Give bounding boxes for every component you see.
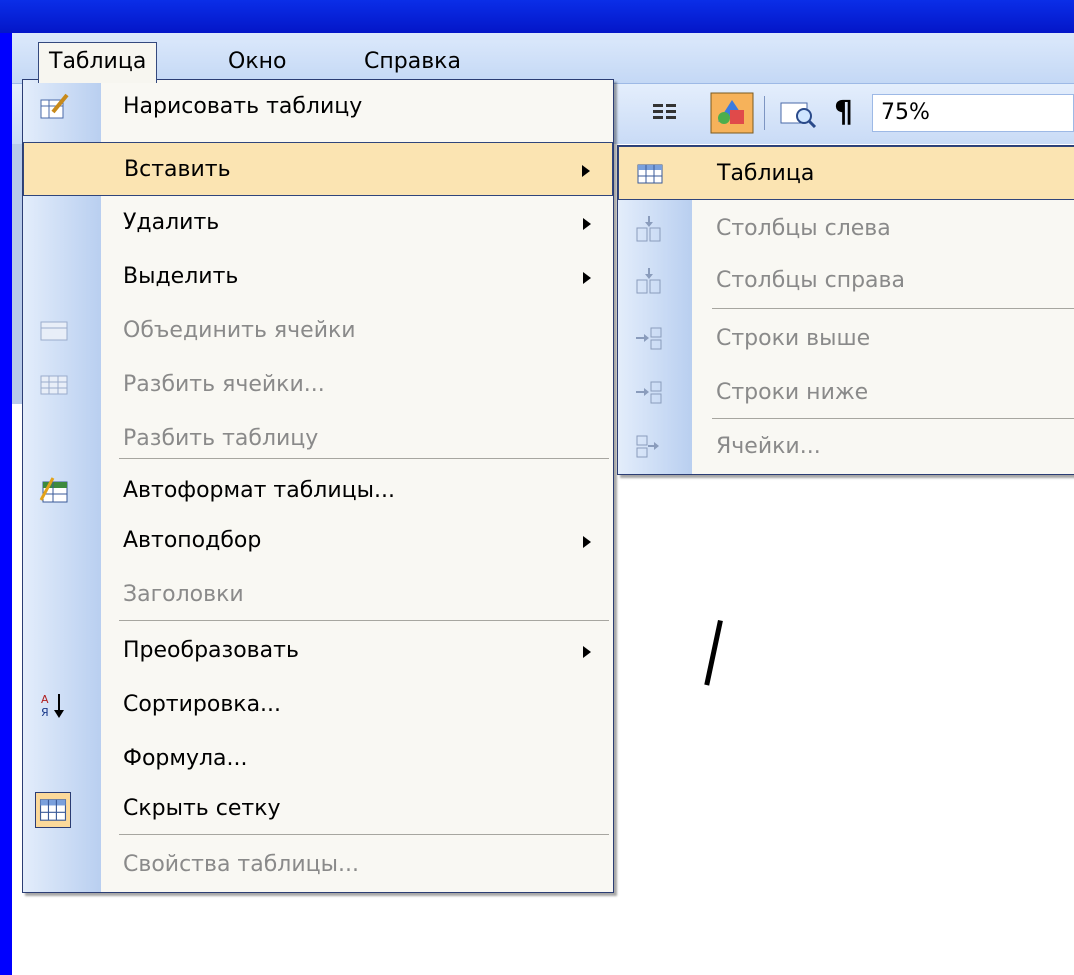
menu-separator <box>119 620 609 621</box>
submenu-item-label: Столбцы справа <box>716 268 905 293</box>
zoom-box[interactable]: 75% <box>872 94 1074 132</box>
menu-item-label: Заголовки <box>123 582 244 607</box>
submenu-arrow-icon <box>583 646 591 658</box>
submenu-separator <box>712 418 1074 419</box>
gridlines-icon <box>35 792 71 828</box>
menu-item-label: Формула... <box>123 746 248 771</box>
menu-item-insert[interactable]: Вставить <box>23 142 613 196</box>
submenu-item-columns-left[interactable]: Столбцы слева <box>618 202 1074 256</box>
submenu-item-columns-right[interactable]: Столбцы справа <box>618 254 1074 308</box>
menu-item-label: Скрыть сетку <box>123 796 281 821</box>
menu-item-formula[interactable]: Формула... <box>23 732 613 786</box>
submenu-arrow-icon <box>583 218 591 230</box>
submenu-item-label: Столбцы слева <box>716 216 891 241</box>
submenu-arrow-icon <box>583 272 591 284</box>
menu-item-select[interactable]: Выделить <box>23 250 613 304</box>
merge-cells-icon <box>40 321 68 341</box>
menu-item-label: Удалить <box>123 210 220 235</box>
menu-help[interactable]: Справка <box>354 43 471 81</box>
menu-separator <box>119 834 609 835</box>
menu-item-label: Разбить ячейки... <box>123 372 325 397</box>
table-menu: Нарисовать таблицу Вставить Удалить Выде… <box>22 79 614 893</box>
menu-item-label: Объединить ячейки <box>123 318 356 343</box>
draw-table-icon <box>40 93 69 119</box>
rows-below-icon <box>636 381 662 404</box>
menu-item-delete[interactable]: Удалить <box>23 196 613 250</box>
menu-separator <box>119 458 609 459</box>
document-map-icon[interactable] <box>778 98 818 128</box>
menu-item-sort[interactable]: А Я Сортировка... <box>23 678 613 732</box>
menu-item-label: Вставить <box>124 157 231 182</box>
menu-table[interactable]: Таблица <box>38 42 158 83</box>
submenu-item-rows-below[interactable]: Строки ниже <box>618 366 1074 420</box>
submenu-separator <box>712 308 1074 309</box>
menu-item-label: Выделить <box>123 264 239 289</box>
rows-above-icon <box>636 327 662 350</box>
columns-left-icon <box>636 216 661 242</box>
menu-item-headings[interactable]: Заголовки <box>23 568 613 622</box>
menu-item-table-properties[interactable]: Свойства таблицы... <box>23 838 613 892</box>
insert-table-icon <box>637 164 663 184</box>
menu-item-label: Сортировка... <box>123 692 282 717</box>
submenu-item-label: Ячейки... <box>716 434 821 459</box>
menu-item-merge-cells[interactable]: Объединить ячейки <box>23 304 613 358</box>
menu-item-draw-table[interactable]: Нарисовать таблицу <box>23 80 613 134</box>
submenu-item-label: Таблица <box>717 161 815 186</box>
drawing-icon[interactable] <box>710 92 754 134</box>
sort-icon: А Я <box>41 693 64 719</box>
insert-submenu: Таблица Столбцы слева Столбцы справа Стр… <box>617 145 1074 475</box>
menu-help-label: Справка <box>364 49 461 74</box>
menu-window-label: Окно <box>228 49 287 74</box>
menu-item-label: Нарисовать таблицу <box>123 94 363 119</box>
columns-right-icon <box>636 268 661 294</box>
menu-item-label: Преобразовать <box>123 638 299 663</box>
split-cells-icon <box>40 375 68 395</box>
submenu-arrow-icon <box>583 536 591 548</box>
submenu-item-rows-above[interactable]: Строки выше <box>618 312 1074 366</box>
menu-bar: Таблица Окно Справка <box>12 33 1074 84</box>
menu-item-autoformat[interactable]: Автоформат таблицы... <box>23 464 613 518</box>
submenu-arrow-icon <box>582 165 590 177</box>
submenu-item-label: Строки ниже <box>716 380 869 405</box>
menu-item-convert[interactable]: Преобразовать <box>23 624 613 678</box>
submenu-item-table[interactable]: Таблица <box>618 146 1074 200</box>
menu-item-label: Свойства таблицы... <box>123 852 359 877</box>
submenu-item-label: Строки выше <box>716 326 871 351</box>
menu-item-split-cells[interactable]: Разбить ячейки... <box>23 358 613 412</box>
insert-cells-icon <box>636 435 659 458</box>
zoom-value: 75% <box>881 100 930 125</box>
autoformat-icon <box>39 477 68 503</box>
toolbar-separator <box>764 96 765 130</box>
columns-icon[interactable] <box>650 98 680 128</box>
menu-item-autofit[interactable]: Автоподбор <box>23 514 613 568</box>
menu-window[interactable]: Окно <box>218 43 296 81</box>
submenu-item-cells[interactable]: Ячейки... <box>618 420 1074 474</box>
title-bar <box>0 0 1074 33</box>
menu-item-label: Автоформат таблицы... <box>123 478 395 503</box>
menu-item-hide-gridlines[interactable]: Скрыть сетку <box>23 782 613 836</box>
show-formatting-icon[interactable]: ¶ <box>834 94 853 132</box>
svg-text:Я: Я <box>41 706 49 719</box>
menu-table-label: Таблица <box>49 49 147 74</box>
svg-text:А: А <box>41 693 49 706</box>
menu-item-label: Автоподбор <box>123 528 262 553</box>
